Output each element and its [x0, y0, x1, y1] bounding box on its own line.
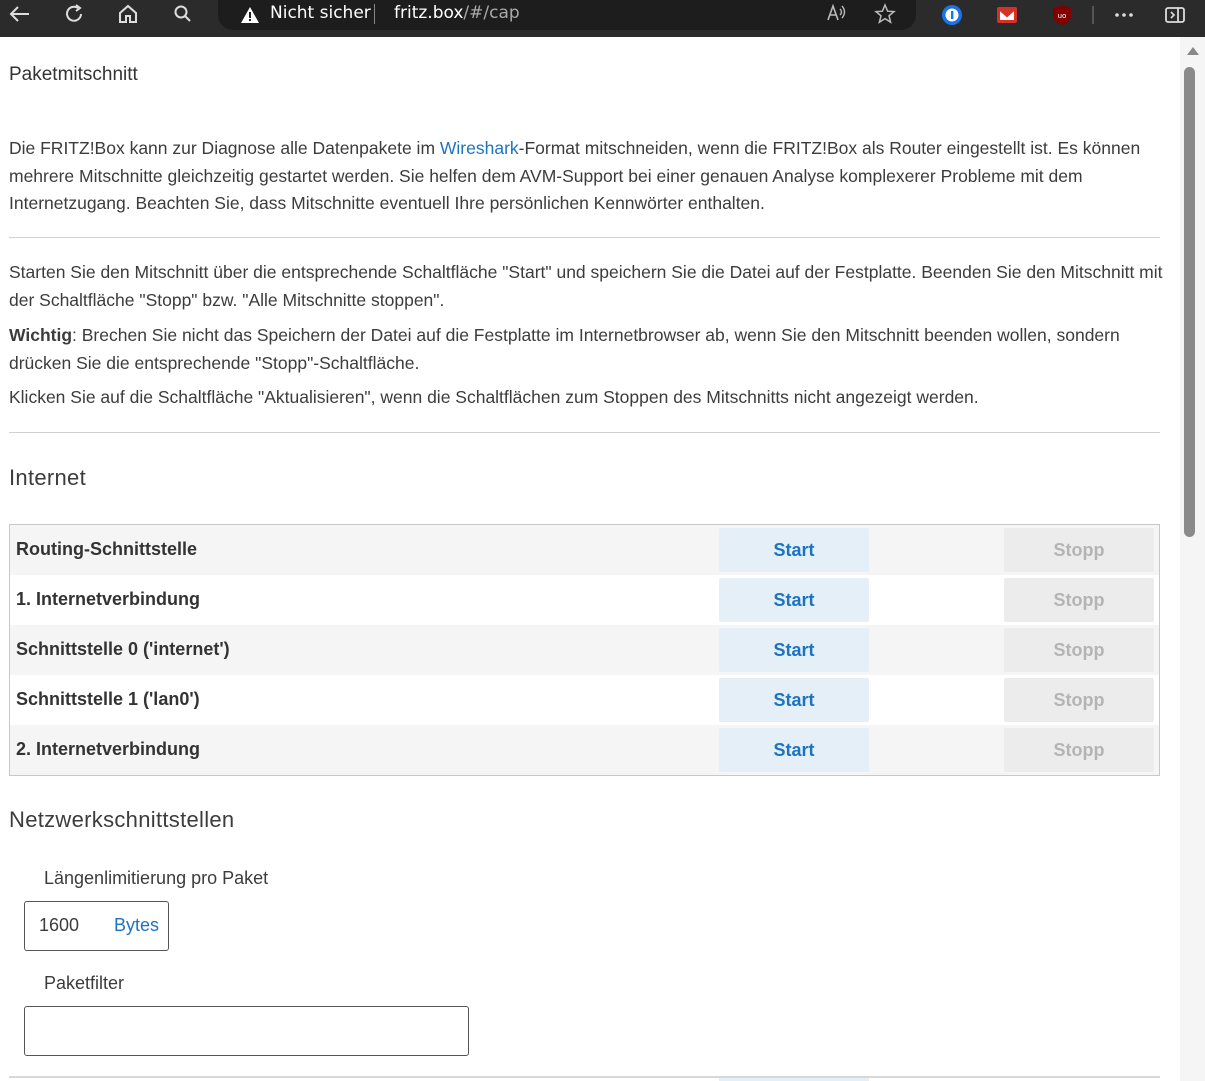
internet-capture-table: Routing-Schnittstelle Start Stopp 1. Int…: [9, 524, 1160, 776]
table-row: Schnittstelle 1 ('lan0') Start Stopp: [10, 675, 1159, 725]
intro-prefix: Die FRITZ!Box kann zur Diagnose alle Dat…: [9, 138, 440, 158]
important-label: Wichtig: [9, 325, 73, 345]
start-button[interactable]: Start: [719, 678, 869, 722]
url-host: fritz.box: [394, 3, 464, 23]
row-label: Schnittstelle 0 ('internet'): [16, 639, 230, 659]
search-icon[interactable]: [168, 0, 198, 28]
read-aloud-icon[interactable]: [826, 3, 848, 28]
table-row: 1. Internetverbindung Start Stopp: [10, 575, 1159, 625]
next-table-edge: [9, 1076, 1160, 1078]
divider: [9, 237, 1160, 238]
instructions-paragraph: Starten Sie den Mitschnitt über die ents…: [9, 262, 1163, 310]
stop-button[interactable]: Stopp: [1004, 578, 1154, 622]
toolbar-divider: [1092, 6, 1094, 24]
stop-button[interactable]: Stopp: [1004, 528, 1154, 572]
wireshark-link[interactable]: Wireshark: [440, 138, 519, 158]
row-label: 1. Internetverbindung: [16, 589, 201, 609]
svg-text:uo: uo: [1058, 12, 1067, 20]
packet-filter-input[interactable]: [24, 1006, 469, 1056]
length-limit-value[interactable]: 1600: [39, 915, 79, 936]
stop-button[interactable]: Stopp: [1004, 678, 1154, 722]
password-manager-icon[interactable]: [941, 4, 963, 26]
row-label: 2. Internetverbindung: [16, 739, 201, 759]
start-button[interactable]: Start: [719, 628, 869, 672]
favorite-star-icon[interactable]: [874, 3, 896, 30]
stop-button[interactable]: Stopp: [1004, 628, 1154, 672]
row-label: Routing-Schnittstelle: [16, 539, 197, 559]
security-label[interactable]: Nicht sicher: [270, 3, 371, 23]
warning-icon[interactable]: [240, 6, 260, 29]
start-button[interactable]: Start: [719, 528, 869, 572]
url-path: /#/cap: [463, 3, 520, 23]
scrollbar-thumb[interactable]: [1184, 67, 1195, 537]
more-options-icon[interactable]: [1113, 4, 1135, 26]
table-row: Routing-Schnittstelle Start Stopp: [10, 525, 1159, 575]
back-icon[interactable]: [5, 0, 35, 28]
home-icon[interactable]: [113, 0, 143, 28]
stop-button[interactable]: Stopp: [1004, 728, 1154, 772]
page-title: Paketmitschnitt: [9, 64, 138, 85]
table-row: Schnittstelle 0 ('internet') Start Stopp: [10, 625, 1159, 675]
refresh-hint: Klicken Sie auf die Schaltfläche "Aktual…: [9, 387, 979, 407]
browser-toolbar: Nicht sicher fritz.box/#/cap uo: [0, 0, 1205, 37]
sidebar-toggle-icon[interactable]: [1164, 4, 1186, 26]
internet-heading: Internet: [9, 465, 87, 490]
important-paragraph: Wichtig: Brechen Sie nicht das Speichern…: [9, 322, 1169, 377]
table-row: 2. Internetverbindung Start Stopp: [10, 725, 1159, 775]
page-content: Paketmitschnitt Die FRITZ!Box kann zur D…: [0, 37, 1180, 1081]
network-interfaces-heading: Netzwerkschnittstellen: [9, 807, 235, 832]
scroll-up-icon[interactable]: [1187, 47, 1199, 55]
divider: [9, 432, 1160, 433]
packet-filter-label: Paketfilter: [44, 973, 125, 993]
url-text[interactable]: fritz.box/#/cap: [394, 3, 520, 23]
important-text: : Brechen Sie nicht das Speichern der Da…: [9, 325, 1120, 373]
address-bar[interactable]: Nicht sicher fritz.box/#/cap: [218, 0, 916, 30]
mail-extension-icon[interactable]: [996, 4, 1018, 26]
length-limit-input[interactable]: 1600 Bytes: [24, 901, 169, 951]
start-button[interactable]: Start: [719, 728, 869, 772]
intro-paragraph: Die FRITZ!Box kann zur Diagnose alle Dat…: [9, 135, 1169, 218]
row-label: Schnittstelle 1 ('lan0'): [16, 689, 200, 709]
reload-icon[interactable]: [59, 0, 89, 28]
ublock-icon[interactable]: uo: [1051, 4, 1073, 26]
length-limit-unit: Bytes: [114, 915, 160, 935]
scrollbar[interactable]: [1180, 37, 1205, 1081]
start-button[interactable]: Start: [719, 578, 869, 622]
length-limit-label: Längenlimitierung pro Paket: [44, 868, 269, 888]
address-separator: [374, 4, 375, 24]
